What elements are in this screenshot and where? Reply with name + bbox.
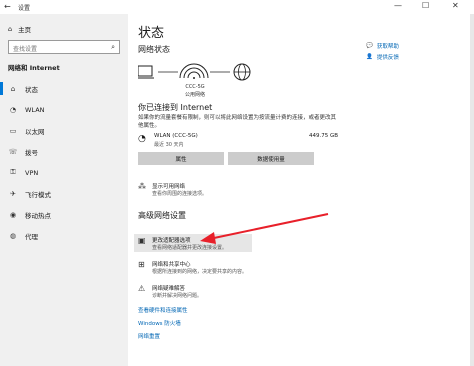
- sidebar-item-label: 以太网: [25, 127, 45, 136]
- airplane-icon: ✈: [10, 189, 16, 198]
- ssid-label: CCC-5G: [185, 84, 205, 90]
- computer-icon: [138, 65, 154, 79]
- item-title: 显示可用网络: [152, 184, 186, 190]
- sidebar-item-proxy[interactable]: ◍ 代理: [0, 225, 128, 246]
- advanced-heading: 高级网络设置: [138, 211, 186, 220]
- scrollbar[interactable]: [470, 14, 474, 366]
- feedback-icon: 👤: [366, 53, 373, 60]
- connected-heading: 你已连接到 Internet: [138, 103, 213, 112]
- wlan-period: 最近 30 天内: [154, 142, 184, 148]
- help-icon: 💬: [366, 42, 373, 49]
- sidebar-nav: ⌂ 状态 ◔ WLAN ▭ 以太网 ☏ 拨号 ⚿ VPN ✈ 飞行模式 ◉ 移动热点 ◍ 代理: [0, 78, 128, 246]
- data-usage-button[interactable]: 数据使用量: [228, 152, 314, 165]
- network-status-heading: 网络状态: [138, 45, 170, 54]
- wifi-icon: ◔: [138, 134, 146, 144]
- window-title: 设置: [18, 5, 31, 12]
- globe-icon: [233, 63, 251, 81]
- search-placeholder: 查找设置: [13, 46, 38, 53]
- connected-description: 如果你的流量套餐有限制，则可以将此网络设置为按流量计费的连接，或者更改其他属性。: [138, 115, 337, 129]
- wlan-usage-row: ◔ WLAN (CCC-5G) 最近 30 天内 449.75 GB: [138, 132, 338, 150]
- network-diagram: CCC-5G 公用网络: [138, 62, 258, 106]
- globe-icon: ◍: [9, 231, 17, 240]
- sidebar-item-label: 代理: [25, 232, 38, 241]
- sidebar-item-dialup[interactable]: ☏ 拨号: [0, 141, 128, 162]
- wlan-data-size: 449.75 GB: [308, 133, 338, 139]
- item-title: 网络疑难解答: [152, 286, 186, 292]
- page-title: 状态: [138, 26, 165, 41]
- sidebar-item-ethernet[interactable]: ▭ 以太网: [0, 120, 128, 141]
- sidebar: ⌂ 主页 查找设置 ⌕ 网络和 Internet ⌂ 状态 ◔ WLAN ▭ 以太网 …: [0, 14, 128, 366]
- sidebar-section-title: 网络和 Internet: [8, 64, 60, 72]
- home-icon: ⌂: [8, 25, 13, 33]
- sidebar-item-airplane[interactable]: ✈ 飞行模式: [0, 183, 128, 204]
- help-links: 💬 获取帮助 👤 提供反馈: [366, 40, 399, 62]
- item-desc: 根据所连接到的网络，决定要共享的内容。: [152, 269, 248, 275]
- minimize-icon[interactable]: —: [394, 1, 402, 10]
- share-icon: ⊞: [138, 260, 145, 269]
- sidebar-item-wlan[interactable]: ◔ WLAN: [0, 99, 128, 120]
- sidebar-item-label: 移动热点: [25, 211, 51, 220]
- home-nav[interactable]: ⌂ 主页: [8, 24, 31, 34]
- home-label: 主页: [18, 26, 32, 34]
- antenna-icon: ⁂: [138, 182, 146, 191]
- sidebar-item-label: 拨号: [25, 148, 38, 157]
- item-desc: 诊断并解决网络问题。: [152, 293, 203, 299]
- sidebar-item-label: VPN: [25, 168, 39, 177]
- dialup-icon: ☏: [8, 147, 18, 156]
- hardware-properties-link[interactable]: 查看硬件和连接属性: [138, 306, 188, 314]
- item-desc: 查看你周围的连接选项。: [152, 191, 208, 197]
- item-desc: 查看网络适配器并更改连接设置。: [152, 245, 228, 251]
- feedback-link[interactable]: 👤 提供反馈: [366, 51, 399, 62]
- back-arrow-icon[interactable]: ←: [4, 2, 11, 11]
- search-icon[interactable]: ⌕: [111, 43, 115, 52]
- adapter-icon: ▣: [138, 236, 146, 245]
- maximize-icon[interactable]: ☐: [422, 1, 429, 10]
- item-title: 网络和共享中心: [152, 262, 191, 268]
- firewall-link[interactable]: Windows 防火墙: [138, 319, 181, 327]
- warning-icon: ⚠: [138, 284, 146, 293]
- home-wire-icon: ⌂: [10, 84, 16, 93]
- sidebar-item-hotspot[interactable]: ◉ 移动热点: [0, 204, 128, 225]
- search-input[interactable]: 查找设置 ⌕: [8, 40, 120, 54]
- sidebar-item-status[interactable]: ⌂ 状态: [0, 78, 128, 99]
- item-title: 更改适配器选项: [152, 238, 191, 244]
- sidebar-item-label: WLAN: [25, 105, 45, 114]
- properties-button[interactable]: 属性: [138, 152, 224, 165]
- close-icon[interactable]: ✕: [452, 1, 459, 10]
- wlan-name: WLAN (CCC-5G): [154, 133, 198, 139]
- sidebar-item-label: 状态: [25, 85, 38, 94]
- network-reset-link[interactable]: 网络重置: [138, 332, 160, 340]
- network-type-label: 公用网络: [184, 92, 205, 98]
- sidebar-item-label: 飞行模式: [25, 190, 51, 199]
- title-bar: ← 设置 — ☐ ✕: [0, 0, 474, 14]
- hotspot-icon: ◉: [9, 210, 17, 219]
- sidebar-item-vpn[interactable]: ⚿ VPN: [0, 162, 128, 183]
- ethernet-icon: ▭: [9, 126, 17, 135]
- wifi-signal-icon: [179, 63, 209, 79]
- vpn-icon: ⚿: [10, 168, 16, 176]
- get-help-link[interactable]: 💬 获取帮助: [366, 40, 399, 51]
- wifi-icon: ◔: [9, 105, 17, 114]
- main-content: 状态 网络状态 CCC-5G 公用网络 💬 获取帮助 👤 提供反馈 你已连接到 …: [128, 14, 474, 366]
